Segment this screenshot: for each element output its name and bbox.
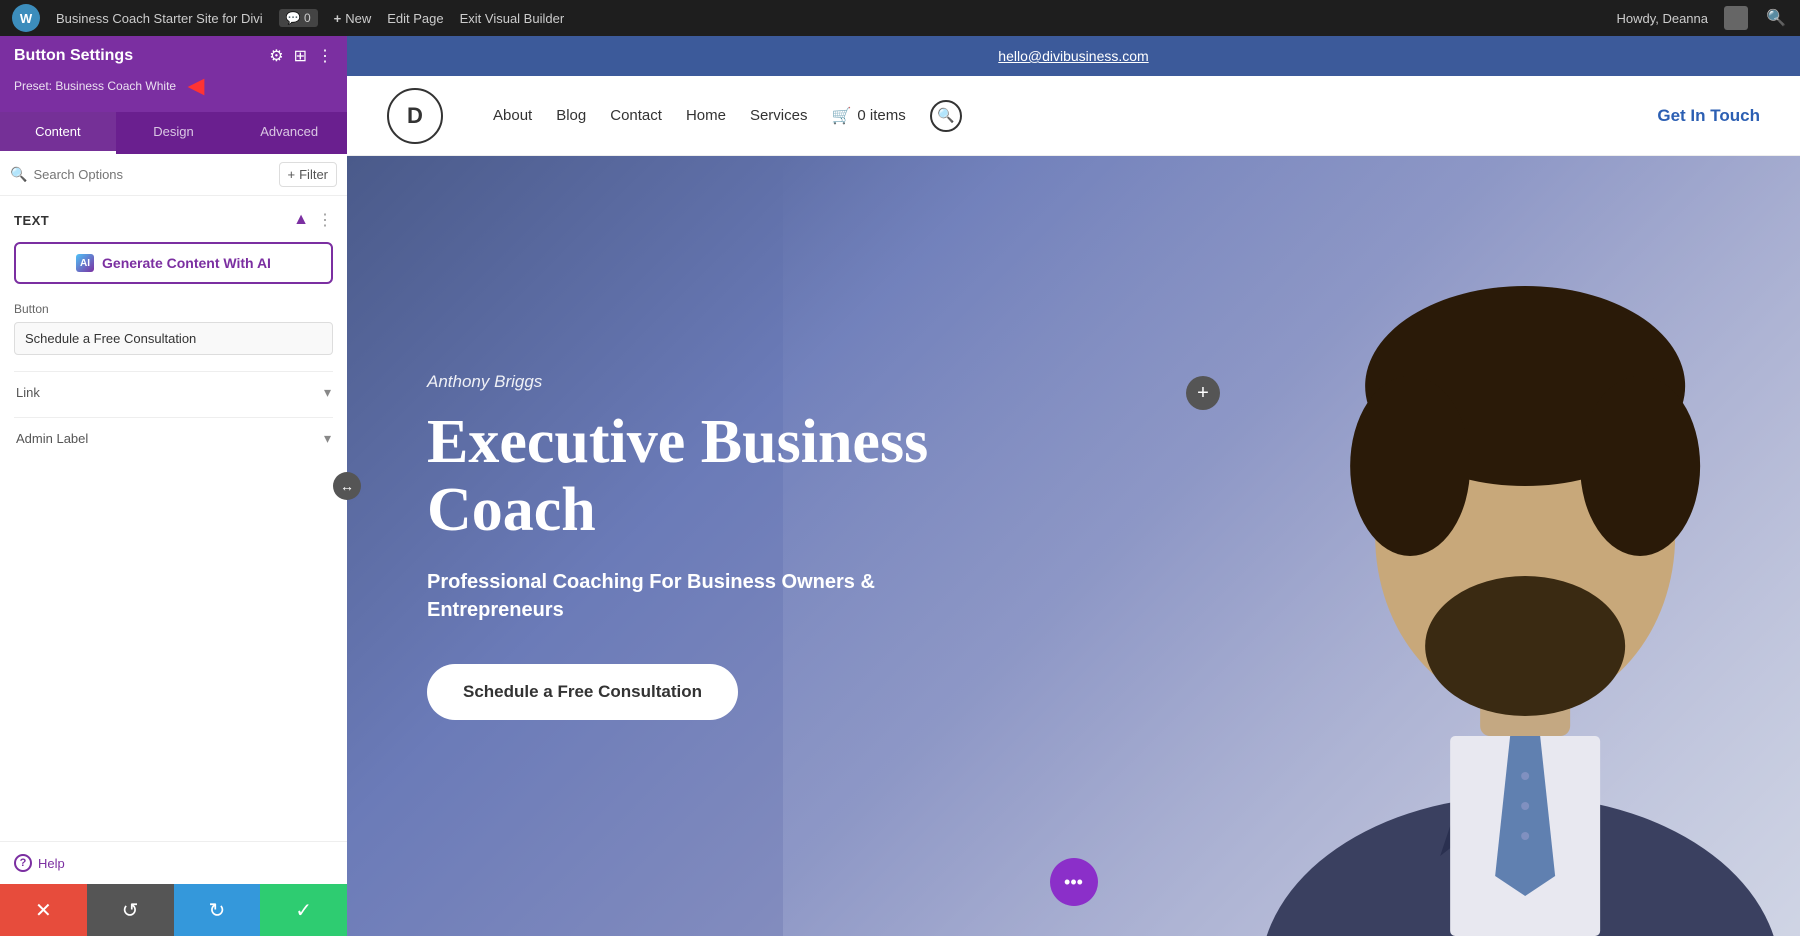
- section-more-icon[interactable]: ⋮: [317, 210, 333, 230]
- search-options-input[interactable]: [33, 167, 272, 182]
- tab-content[interactable]: Content: [0, 112, 116, 154]
- panel-content: Text ▲ ⋮ AI Generate Content With AI But…: [0, 196, 347, 841]
- link-section-title: Link: [16, 385, 40, 400]
- wp-search-icon[interactable]: 🔍: [1764, 6, 1788, 30]
- more-options-icon[interactable]: ⋮: [317, 46, 333, 66]
- nav-services[interactable]: Services: [750, 107, 808, 124]
- hero-title: Executive Business Coach: [427, 408, 947, 544]
- settings-icon[interactable]: ⚙: [269, 46, 283, 66]
- undo-button[interactable]: ↺: [87, 884, 174, 936]
- search-icon: 🔍: [937, 107, 954, 124]
- comment-bubble[interactable]: 💬 0: [279, 9, 318, 27]
- panel-footer: ✕ ↺ ↻ ✓: [0, 884, 347, 936]
- admin-label-arrow-icon: ▾: [324, 430, 331, 447]
- hero-content: Anthony Briggs Executive Business Coach …: [347, 312, 1027, 780]
- panel-header-icons: ⚙ ⊞ ⋮: [269, 46, 333, 66]
- wp-admin-bar: W Business Coach Starter Site for Divi 💬…: [0, 0, 1800, 36]
- ai-icon: AI: [76, 254, 94, 272]
- save-icon: ✓: [295, 898, 312, 923]
- cancel-button[interactable]: ✕: [0, 884, 87, 936]
- comment-icon: 💬: [286, 11, 301, 25]
- ai-generate-button[interactable]: AI Generate Content With AI: [14, 242, 333, 284]
- admin-label-section: Admin Label ▾: [14, 417, 333, 459]
- nav-blog[interactable]: Blog: [556, 107, 586, 124]
- nav-about[interactable]: About: [493, 107, 532, 124]
- panel-header: Button Settings ⚙ ⊞ ⋮ Preset: Business C…: [0, 36, 347, 112]
- columns-icon[interactable]: ⊞: [294, 46, 307, 66]
- site-name: Business Coach Starter Site for Divi: [56, 11, 263, 26]
- site-preview: hello@divibusiness.com D About Blog Cont…: [347, 36, 1800, 936]
- button-text-field-group: Button: [14, 302, 333, 355]
- admin-label-title: Admin Label: [16, 431, 88, 446]
- nav-links: About Blog Contact Home Services 🛒 0 ite…: [493, 100, 1627, 132]
- nav-cart[interactable]: 🛒 0 items: [831, 106, 905, 126]
- hero-subtitle: Professional Coaching For Business Owner…: [427, 568, 947, 624]
- new-post-button[interactable]: New: [334, 11, 372, 26]
- search-bar: 🔍 + Filter: [0, 154, 347, 196]
- exit-visual-builder-link[interactable]: Exit Visual Builder: [460, 11, 565, 26]
- section-options-button[interactable]: •••: [1050, 858, 1098, 906]
- site-topbar: hello@divibusiness.com: [347, 36, 1800, 76]
- cart-icon: 🛒: [831, 106, 851, 126]
- help-section[interactable]: ? Help: [0, 841, 347, 884]
- button-field-label: Button: [14, 302, 333, 316]
- hero-author: Anthony Briggs: [427, 372, 947, 392]
- tab-design[interactable]: Design: [116, 112, 232, 154]
- text-section-title: Text: [14, 213, 49, 228]
- link-section: Link ▾: [14, 371, 333, 413]
- wp-logo-icon[interactable]: W: [12, 4, 40, 32]
- site-nav: D About Blog Contact Home Services 🛒 0 i…: [347, 76, 1800, 156]
- resize-handle[interactable]: ↔: [333, 472, 361, 500]
- main-layout: Button Settings ⚙ ⊞ ⋮ Preset: Business C…: [0, 36, 1800, 936]
- button-text-input[interactable]: [14, 322, 333, 355]
- tab-bar: Content Design Advanced: [0, 112, 347, 154]
- user-avatar[interactable]: [1724, 6, 1748, 30]
- help-label: Help: [38, 856, 65, 871]
- tab-advanced[interactable]: Advanced: [231, 112, 347, 154]
- redo-button[interactable]: ↻: [174, 884, 261, 936]
- hero-person-svg: [1001, 156, 1800, 936]
- hero-cta-button[interactable]: Schedule a Free Consultation: [427, 664, 738, 720]
- cart-count: 0 items: [857, 107, 905, 124]
- filter-button[interactable]: + Filter: [279, 162, 337, 187]
- section-controls: ▲ ⋮: [293, 210, 333, 230]
- cancel-icon: ✕: [35, 898, 52, 923]
- site-logo: D: [387, 88, 443, 144]
- settings-panel: Button Settings ⚙ ⊞ ⋮ Preset: Business C…: [0, 36, 347, 936]
- panel-title: Button Settings: [14, 47, 133, 65]
- add-element-button[interactable]: +: [1186, 376, 1220, 410]
- link-section-arrow-icon: ▾: [324, 384, 331, 401]
- get-in-touch-link[interactable]: Get In Touch: [1657, 106, 1760, 126]
- nav-home[interactable]: Home: [686, 107, 726, 124]
- search-icon: 🔍: [10, 166, 27, 183]
- nav-contact[interactable]: Contact: [610, 107, 662, 124]
- preset-label[interactable]: Preset: Business Coach White: [14, 79, 176, 93]
- nav-search-button[interactable]: 🔍: [930, 100, 962, 132]
- help-icon: ?: [14, 854, 32, 872]
- site-email-link[interactable]: hello@divibusiness.com: [998, 48, 1148, 64]
- save-button[interactable]: ✓: [260, 884, 347, 936]
- text-section-header: Text ▲ ⋮: [14, 210, 333, 230]
- preset-row: Preset: Business Coach White ◄: [14, 70, 333, 102]
- hero-section: Anthony Briggs Executive Business Coach …: [347, 156, 1800, 936]
- section-collapse-icon[interactable]: ▲: [293, 211, 309, 229]
- filter-icon: +: [288, 167, 296, 182]
- undo-icon: ↺: [122, 898, 139, 923]
- red-arrow-indicator: ◄: [182, 70, 210, 102]
- admin-label-section-header[interactable]: Admin Label ▾: [14, 430, 333, 447]
- link-section-header[interactable]: Link ▾: [14, 384, 333, 401]
- howdy-label: Howdy, Deanna: [1616, 11, 1708, 26]
- edit-page-link[interactable]: Edit Page: [387, 11, 443, 26]
- redo-icon: ↻: [208, 898, 225, 923]
